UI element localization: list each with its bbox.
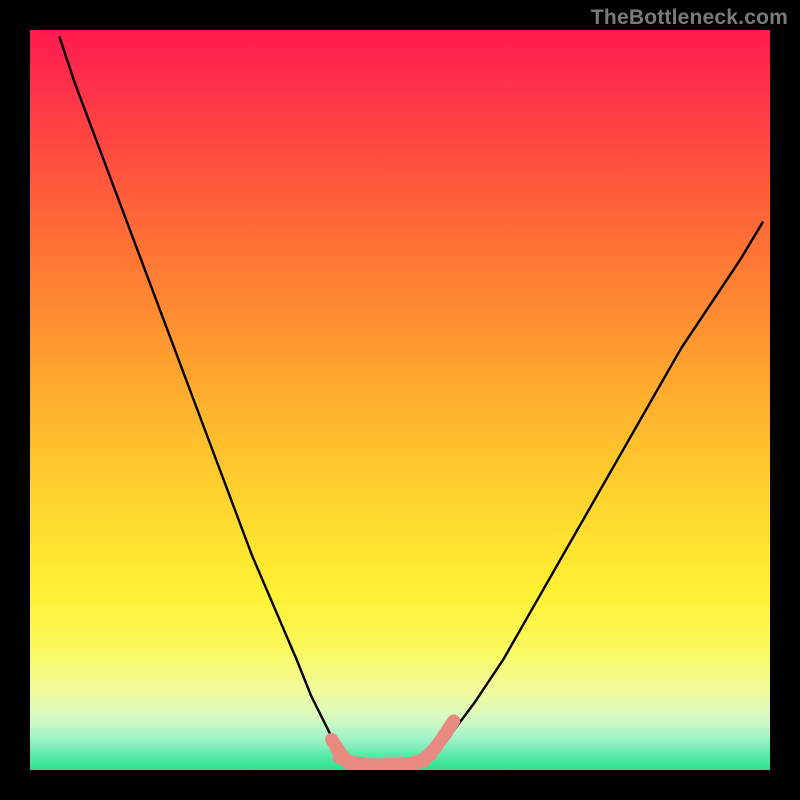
marker-group bbox=[332, 721, 454, 766]
bottleneck-curve bbox=[60, 37, 763, 764]
curve-group bbox=[60, 37, 763, 764]
plot-area bbox=[30, 30, 770, 770]
trough-marker bbox=[443, 721, 454, 738]
chart-frame: TheBottleneck.com bbox=[0, 0, 800, 800]
chart-svg bbox=[30, 30, 770, 770]
watermark-text: TheBottleneck.com bbox=[591, 6, 788, 30]
